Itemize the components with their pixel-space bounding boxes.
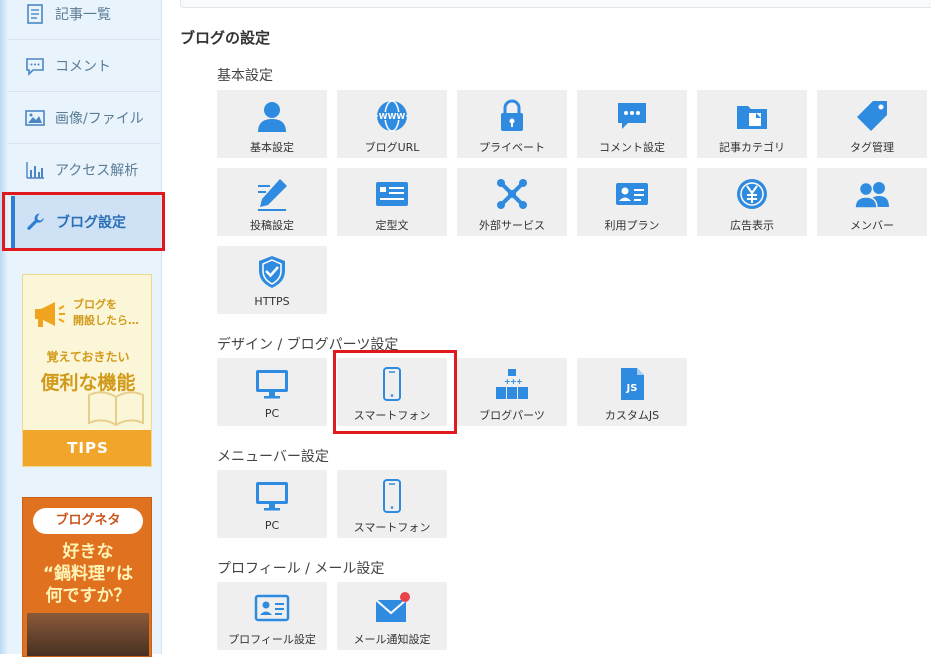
tile-usage-plan[interactable]: 利用プラン bbox=[577, 168, 687, 236]
svg-text:JS: JS bbox=[626, 383, 638, 394]
comment-bubble-icon bbox=[618, 103, 646, 129]
tile-tag-management[interactable]: タグ管理 bbox=[817, 90, 927, 158]
tile-label: メンバー bbox=[850, 219, 894, 232]
tile-label: ブログパーツ bbox=[479, 409, 545, 422]
svg-text:+: + bbox=[516, 377, 523, 386]
tips-subtitle: 覚えておきたい bbox=[46, 350, 130, 364]
js-file-icon: JS bbox=[621, 368, 644, 400]
smartphone-icon bbox=[383, 479, 401, 513]
section-title-basic: 基本設定 bbox=[217, 68, 273, 84]
image-icon bbox=[25, 109, 45, 126]
tile-external-services[interactable]: 外部サービス bbox=[457, 168, 567, 236]
tile-mail-notification[interactable]: メール通知設定 bbox=[337, 582, 447, 650]
section-title-menubar: メニューバー設定 bbox=[217, 449, 329, 465]
tile-label: スマートフォン bbox=[353, 521, 431, 534]
sidebar-item-label: 記事一覧 bbox=[55, 6, 111, 23]
tile-label: 広告表示 bbox=[730, 219, 774, 232]
tile-https[interactable]: HTTPS bbox=[217, 246, 327, 314]
sidebar-item-articles[interactable]: 記事一覧 bbox=[8, 0, 160, 40]
tile-label: 定型文 bbox=[375, 219, 409, 232]
sidebar-item-label: 画像/ファイル bbox=[55, 110, 144, 127]
tile-label: 基本設定 bbox=[250, 141, 294, 154]
tile-label: ブログURL bbox=[364, 141, 420, 154]
tile-label: メール通知設定 bbox=[353, 633, 431, 646]
bar-chart-icon bbox=[26, 161, 44, 179]
tile-menubar-smartphone[interactable]: スマートフォン bbox=[337, 470, 447, 538]
tile-label: タグ管理 bbox=[850, 141, 894, 154]
blog-neta-question: 好きな bbox=[62, 542, 114, 562]
tile-label: 利用プラン bbox=[604, 219, 660, 232]
tag-icon bbox=[857, 101, 887, 131]
hotpot-photo bbox=[27, 613, 149, 656]
tile-label: HTTPS bbox=[254, 295, 290, 308]
tile-article-category[interactable]: 記事カテゴリ bbox=[697, 90, 807, 158]
tile-label: PC bbox=[264, 407, 280, 420]
tips-banner[interactable]: ブログを 開設したら… 覚えておきたい 便利な機能 TIPS bbox=[22, 274, 152, 467]
section-title-profile: プロフィール / メール設定 bbox=[217, 561, 385, 577]
sidebar-item-comments[interactable]: コメント bbox=[8, 40, 160, 92]
document-list-icon bbox=[27, 3, 43, 24]
tile-label: カスタムJS bbox=[604, 409, 660, 422]
highlight-box-blog-settings bbox=[2, 192, 165, 251]
tile-label: 記事カテゴリ bbox=[719, 141, 785, 154]
tile-label: 投稿設定 bbox=[250, 219, 294, 232]
shield-check-icon bbox=[259, 256, 285, 288]
connection-icon bbox=[497, 179, 527, 209]
tile-label: プライベート bbox=[479, 141, 545, 154]
tile-label: コメント設定 bbox=[599, 141, 665, 154]
tile-members[interactable]: メンバー bbox=[817, 168, 927, 236]
tile-blog-url[interactable]: WWW ブログURL bbox=[337, 90, 447, 158]
tile-custom-js[interactable]: JS カスタムJS bbox=[577, 358, 687, 426]
profile-card-icon bbox=[254, 594, 290, 622]
page-title: ブログの設定 bbox=[180, 29, 271, 47]
highlight-box-smartphone bbox=[333, 350, 457, 434]
blog-neta-question: 何ですか？ bbox=[45, 586, 131, 606]
monitor-icon bbox=[256, 482, 288, 511]
tile-label: 外部サービス bbox=[479, 219, 545, 232]
members-icon bbox=[854, 181, 889, 209]
blog-neta-banner[interactable]: ブログネタ 好きな “鍋料理”は 何ですか？ bbox=[22, 497, 152, 657]
blog-neta-label: ブログネタ bbox=[33, 508, 143, 534]
monitor-icon bbox=[256, 370, 288, 399]
tips-line: ブログを bbox=[73, 298, 117, 311]
sidebar-item-label: コメント bbox=[55, 58, 111, 75]
book-icon bbox=[88, 391, 144, 427]
sidebar-item-label: アクセス解析 bbox=[55, 162, 139, 179]
tile-label: PC bbox=[264, 519, 280, 532]
tile-ad-display[interactable]: 広告表示 bbox=[697, 168, 807, 236]
blog-parts-icon: + + + bbox=[496, 369, 528, 399]
tile-comment-settings[interactable]: コメント設定 bbox=[577, 90, 687, 158]
tile-design-pc[interactable]: PC bbox=[217, 358, 327, 426]
sidebar-item-images[interactable]: 画像/ファイル bbox=[8, 92, 160, 144]
top-panel-edge bbox=[180, 0, 931, 8]
user-icon bbox=[258, 102, 286, 132]
template-text-icon bbox=[376, 182, 408, 206]
pencil-icon bbox=[258, 179, 287, 211]
comment-icon bbox=[26, 57, 44, 76]
tips-line: 開設したら… bbox=[73, 314, 139, 327]
tile-profile-settings[interactable]: プロフィール設定 bbox=[217, 582, 327, 650]
tile-basic-settings[interactable]: 基本設定 bbox=[217, 90, 327, 158]
tile-post-settings[interactable]: 投稿設定 bbox=[217, 168, 327, 236]
megaphone-icon bbox=[35, 302, 65, 327]
blog-neta-question: “鍋料理”は bbox=[42, 564, 134, 584]
tile-template-text[interactable]: 定型文 bbox=[337, 168, 447, 236]
folder-icon bbox=[737, 106, 767, 129]
sidebar-item-analytics[interactable]: アクセス解析 bbox=[8, 144, 160, 196]
id-card-icon bbox=[616, 183, 648, 205]
globe-www-icon: WWW bbox=[377, 100, 407, 132]
tips-footer: TIPS bbox=[23, 430, 151, 466]
tips-text-top: ブログを 開設したら… bbox=[73, 297, 139, 329]
tile-blog-parts[interactable]: + + + ブログパーツ bbox=[457, 358, 567, 426]
tile-private[interactable]: プライベート bbox=[457, 90, 567, 158]
tile-menubar-pc[interactable]: PC bbox=[217, 470, 327, 538]
lock-icon bbox=[501, 99, 523, 131]
yen-coin-icon bbox=[737, 179, 767, 209]
tile-label: プロフィール設定 bbox=[228, 633, 316, 646]
mail-notification-icon bbox=[375, 592, 410, 622]
svg-text:WWW: WWW bbox=[379, 112, 406, 121]
